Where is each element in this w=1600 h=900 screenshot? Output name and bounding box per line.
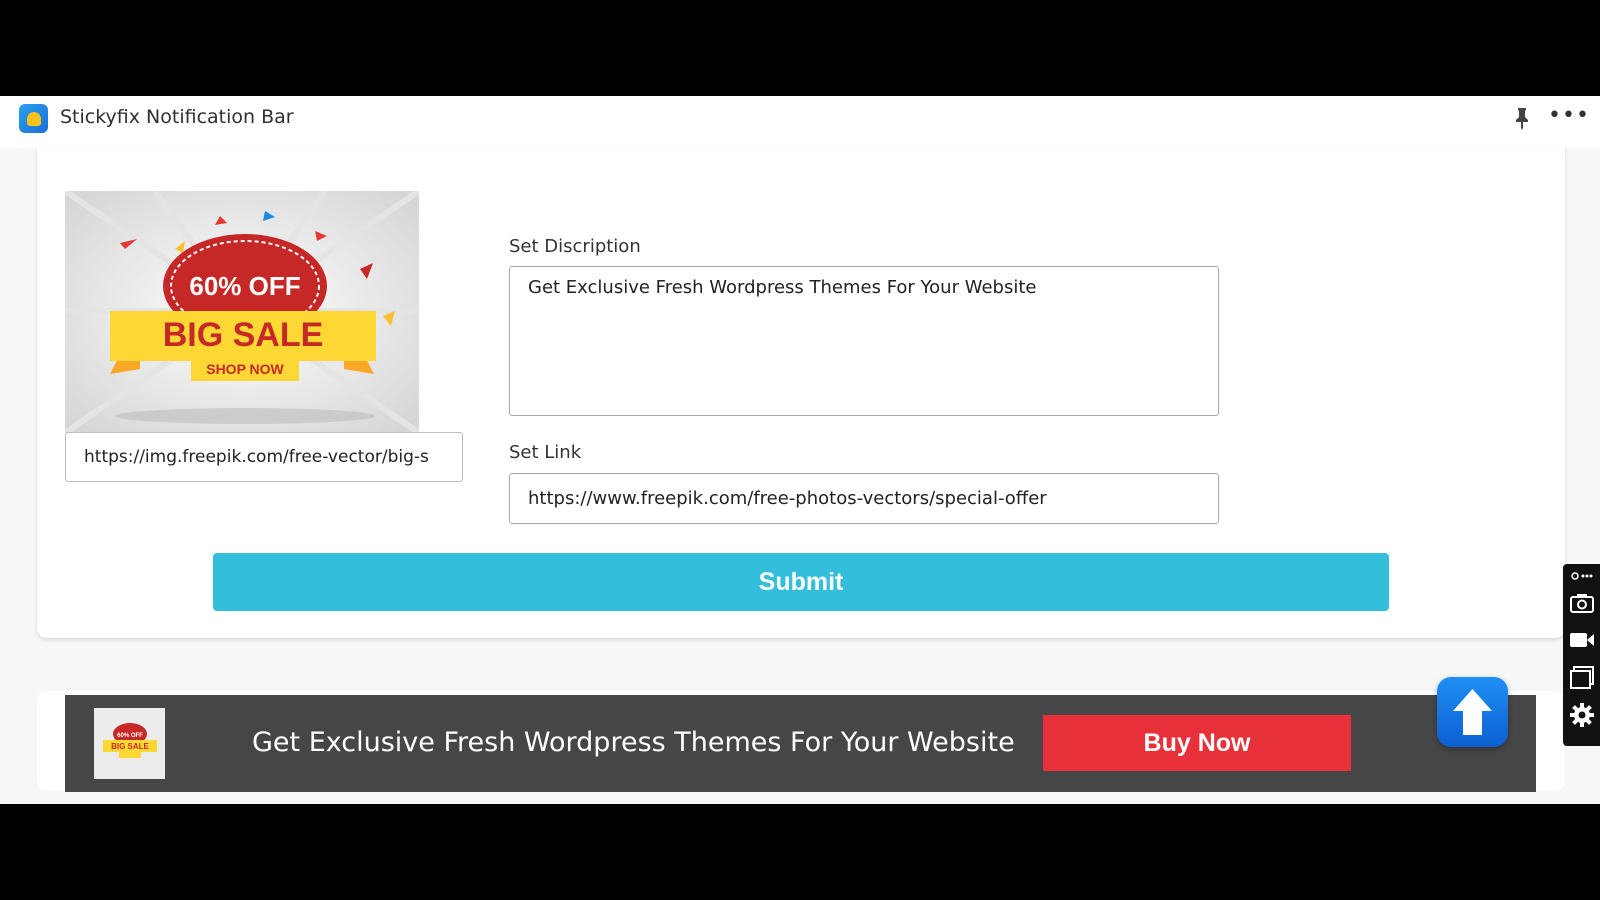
link-label: Set Link (509, 442, 582, 463)
notification-thumbnail: 60% OFF BIG SALE (94, 708, 165, 779)
window-icon[interactable] (1569, 664, 1595, 690)
settings-card: 60% OFF BIG SALE SHOP NOW https://img.fr… (37, 148, 1565, 638)
settings-icon[interactable] (1569, 702, 1595, 728)
preview-card: 60% OFF BIG SALE Get Exclusive Fresh Wor… (37, 691, 1565, 792)
image-url-input[interactable]: https://img.freepik.com/free-vector/big-… (65, 432, 463, 482)
buy-now-button[interactable]: Buy Now (1043, 715, 1351, 771)
video-icon[interactable] (1569, 627, 1595, 653)
notification-text: Get Exclusive Fresh Wordpress Themes For… (252, 727, 1015, 758)
promo-badge-text: 60% OFF (189, 271, 300, 301)
promo-cta: SHOP NOW (206, 361, 284, 377)
promo-image: 60% OFF BIG SALE SHOP NOW (65, 191, 419, 433)
camera-icon[interactable] (1569, 590, 1595, 616)
pin-icon[interactable] (1512, 106, 1532, 130)
more-icon[interactable]: ••• (1548, 105, 1589, 130)
thumbnail-headline: BIG SALE (111, 742, 149, 751)
toolbar-menu-icon[interactable] (1569, 568, 1595, 584)
title-bar: Stickyfix Notification Bar ••• (0, 96, 1600, 148)
submit-button[interactable]: Submit (213, 553, 1389, 611)
app-title: Stickyfix Notification Bar (60, 106, 294, 128)
thumbnail-badge-text: 60% OFF (117, 733, 143, 739)
capture-toolbar (1563, 564, 1600, 746)
arrow-up-icon[interactable] (1437, 677, 1508, 747)
link-input[interactable]: https://www.freepik.com/free-photos-vect… (509, 473, 1219, 524)
description-label: Set Discription (509, 236, 641, 257)
description-textarea[interactable]: Get Exclusive Fresh Wordpress Themes For… (509, 266, 1219, 416)
app-logo-icon (19, 104, 48, 133)
notification-bar-preview: 60% OFF BIG SALE Get Exclusive Fresh Wor… (65, 695, 1536, 792)
promo-headline: BIG SALE (163, 316, 324, 354)
app-window: Stickyfix Notification Bar ••• 60% OFF B… (0, 96, 1600, 804)
